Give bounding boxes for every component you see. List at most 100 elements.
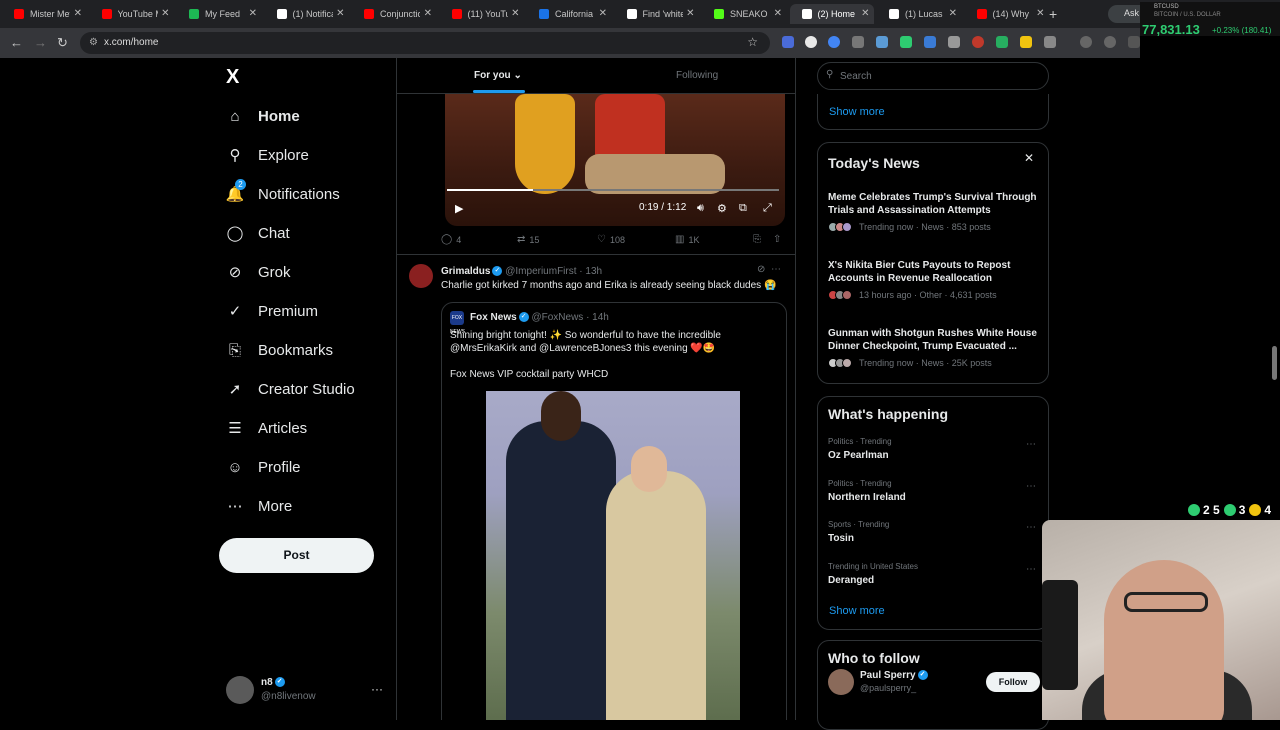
quoted-tweet[interactable]: FOX NEWS Fox News ✓ @FoxNews · 14h Shinin…: [441, 302, 787, 720]
devtools-icon[interactable]: [1128, 36, 1140, 48]
extension-icon[interactable]: [828, 36, 840, 48]
extension-icon[interactable]: [852, 36, 864, 48]
views-button[interactable]: ▥ 1K: [675, 234, 699, 245]
close-icon[interactable]: ✕: [861, 8, 869, 19]
more-icon[interactable]: ⋯: [771, 264, 781, 275]
more-icon[interactable]: ⋯: [1026, 522, 1036, 533]
new-tab-button[interactable]: +: [1049, 6, 1057, 22]
tab-for-you[interactable]: For you ⌄: [474, 70, 522, 81]
extension-icon[interactable]: [900, 36, 912, 48]
tab-following[interactable]: Following: [676, 70, 718, 81]
close-icon[interactable]: ✕: [949, 8, 957, 19]
close-icon[interactable]: ✕: [74, 8, 82, 19]
browser-tab[interactable]: Find 'white ✕: [615, 4, 699, 24]
bookmark-button[interactable]: ⎘: [753, 234, 765, 245]
close-icon[interactable]: ✕: [511, 8, 519, 19]
browser-tab[interactable]: (11) YouTu ✕: [440, 4, 524, 24]
forward-icon[interactable]: →: [34, 35, 47, 50]
close-icon[interactable]: ✕: [774, 8, 782, 19]
trend-title[interactable]: Oz Pearlman: [828, 450, 889, 461]
sidebar-item-chat[interactable]: ◯ Chat: [226, 218, 290, 248]
browser-tab[interactable]: (14) Why ✕: [965, 4, 1049, 24]
browser-tab[interactable]: My Feed ✕: [177, 4, 261, 24]
grok-icon[interactable]: ⊘: [757, 264, 765, 275]
browser-tab[interactable]: (2) Home ✕: [789, 4, 874, 24]
address-bar[interactable]: ⚙ x.com/home ☆: [80, 32, 770, 54]
more-icon[interactable]: ⋯: [1026, 564, 1036, 575]
browser-tab[interactable]: YouTube M✕: [90, 4, 174, 24]
sidebar-item-profile[interactable]: ☺ Profile: [226, 452, 300, 482]
pip-icon[interactable]: ⧉: [739, 202, 747, 215]
news-headline[interactable]: Gunman with Shotgun Rushes White House D…: [828, 327, 1042, 353]
volume-icon[interactable]: 🔊︎: [697, 202, 704, 215]
extension-icon[interactable]: [948, 36, 960, 48]
extension-icon[interactable]: [782, 36, 794, 48]
avatar[interactable]: [828, 669, 854, 695]
avatar[interactable]: [409, 264, 433, 288]
search-input[interactable]: ⚲ Search: [817, 62, 1049, 90]
close-icon[interactable]: ✕: [1036, 8, 1044, 19]
extensions-puzzle-icon[interactable]: [1044, 36, 1056, 48]
more-icon[interactable]: ···: [371, 682, 383, 696]
share-button[interactable]: ⇧: [773, 234, 785, 245]
video-progress-bar[interactable]: [447, 189, 779, 191]
close-icon[interactable]: ✕: [1024, 151, 1034, 165]
video-player[interactable]: ▶ 0:19 / 1:12 🔊︎ ⚙ ⧉ ⤢: [445, 94, 785, 226]
browser-tab[interactable]: Mister Met ✕: [2, 4, 86, 24]
sidebar-item-articles[interactable]: ☰ Articles: [226, 413, 307, 443]
like-button[interactable]: ♡ 108: [597, 234, 625, 245]
reload-icon[interactable]: ↻: [57, 35, 68, 51]
browser-tab[interactable]: (1) Lucas G ✕: [877, 4, 961, 24]
tweet-time[interactable]: · 13h: [579, 266, 602, 277]
account-switcher[interactable]: n8 ✓ @n8livenow ···: [226, 676, 386, 706]
extension-icon[interactable]: [805, 36, 817, 48]
browser-tab[interactable]: SNEAKO S ✕: [702, 4, 786, 24]
back-icon[interactable]: ←: [10, 35, 23, 50]
sidebar-item-grok[interactable]: ⊘ Grok: [226, 257, 291, 287]
fullscreen-icon[interactable]: ⤢: [763, 202, 772, 215]
extension-icon[interactable]: [996, 36, 1008, 48]
site-info-icon[interactable]: ⚙: [89, 37, 98, 48]
trend-title[interactable]: Deranged: [828, 575, 874, 586]
extension-icon[interactable]: [1020, 36, 1032, 48]
close-icon[interactable]: ✕: [424, 8, 432, 19]
close-icon[interactable]: ✕: [686, 8, 694, 19]
close-icon[interactable]: ✕: [161, 8, 169, 19]
close-icon[interactable]: ✕: [336, 8, 344, 19]
sidebar-item-bookmarks[interactable]: ⎘ Bookmarks: [226, 335, 333, 365]
follow-name[interactable]: Paul Sperry ✓: [860, 670, 928, 681]
more-icon[interactable]: ⋯: [1026, 481, 1036, 492]
sidebar-item-notifications[interactable]: 🔔 2 Notifications: [226, 179, 340, 209]
extension-icon[interactable]: [924, 36, 936, 48]
show-more-link[interactable]: Show more: [829, 106, 885, 118]
browser-tab[interactable]: Conjunctio ✕: [352, 4, 436, 24]
sidebar-item-home[interactable]: ⌂ Home: [226, 101, 299, 131]
trend-title[interactable]: Northern Ireland: [828, 492, 906, 503]
extension-icon[interactable]: [972, 36, 984, 48]
post-button[interactable]: Post: [219, 538, 374, 573]
follow-button[interactable]: Follow: [986, 672, 1040, 692]
bookmark-star-icon[interactable]: ☆: [747, 35, 758, 49]
extension-icon[interactable]: [876, 36, 888, 48]
browser-tab[interactable]: (1) Notifica ✕: [265, 4, 349, 24]
settings-icon[interactable]: ⚙: [717, 202, 727, 215]
profile-icon[interactable]: [1104, 36, 1116, 48]
sidebar-item-more[interactable]: ⋯ More: [226, 491, 293, 521]
close-icon[interactable]: ✕: [599, 8, 607, 19]
quote-photo[interactable]: [486, 391, 740, 720]
x-logo[interactable]: X: [226, 66, 239, 89]
tweet-author-handle[interactable]: @ImperiumFirst: [505, 266, 576, 277]
repost-button[interactable]: ⇄ 15: [517, 234, 539, 245]
sidebar-item-premium[interactable]: ✓ Premium: [226, 296, 318, 326]
reply-button[interactable]: ◯ 4: [441, 234, 461, 245]
news-headline[interactable]: Meme Celebrates Trump's Survival Through…: [828, 191, 1042, 217]
trend-title[interactable]: Tosin: [828, 533, 854, 544]
show-more-link[interactable]: Show more: [829, 605, 885, 617]
close-icon[interactable]: ✕: [249, 8, 257, 19]
chevron-down-icon[interactable]: ⌄: [513, 70, 521, 81]
browser-tab[interactable]: California ✕: [527, 4, 611, 24]
sidebar-item-explore[interactable]: ⚲ Explore: [226, 140, 309, 170]
news-headline[interactable]: X's Nikita Bier Cuts Payouts to Repost A…: [828, 259, 1042, 285]
scrollbar-thumb[interactable]: [1272, 346, 1277, 380]
play-icon[interactable]: ▶: [455, 202, 463, 215]
